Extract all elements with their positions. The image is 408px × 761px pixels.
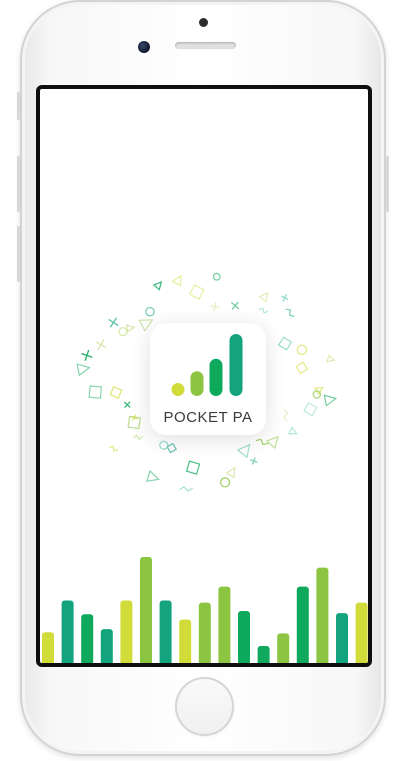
equalizer-bar [296, 586, 309, 663]
equalizer-bar [159, 600, 172, 663]
equalizer-bar [198, 602, 211, 663]
equalizer-bar [316, 567, 329, 663]
equalizer-bar [140, 557, 152, 663]
equalizer-bar [238, 611, 250, 663]
home-button[interactable] [175, 677, 234, 736]
app-screen: POCKET PA [36, 85, 372, 667]
equalizer-bar [336, 613, 348, 663]
equalizer-bar [120, 600, 133, 663]
mute-switch [17, 92, 20, 120]
equalizer-bar [42, 632, 54, 663]
earpiece-speaker [175, 42, 236, 49]
power-button [386, 156, 389, 212]
volume-down-button [17, 226, 20, 282]
equalizer-bar [218, 586, 231, 663]
equalizer-bar [100, 629, 113, 663]
equalizer-bar [179, 619, 192, 663]
equalizer-bar [81, 614, 94, 663]
equalizer-bar [61, 600, 74, 663]
proximity-sensor [199, 18, 208, 27]
front-camera [138, 41, 150, 53]
equalizer-bar [355, 602, 368, 663]
equalizer-graphic [42, 557, 368, 663]
volume-up-button [17, 156, 20, 212]
equalizer-bar [257, 646, 270, 663]
equalizer-bar [277, 633, 290, 663]
